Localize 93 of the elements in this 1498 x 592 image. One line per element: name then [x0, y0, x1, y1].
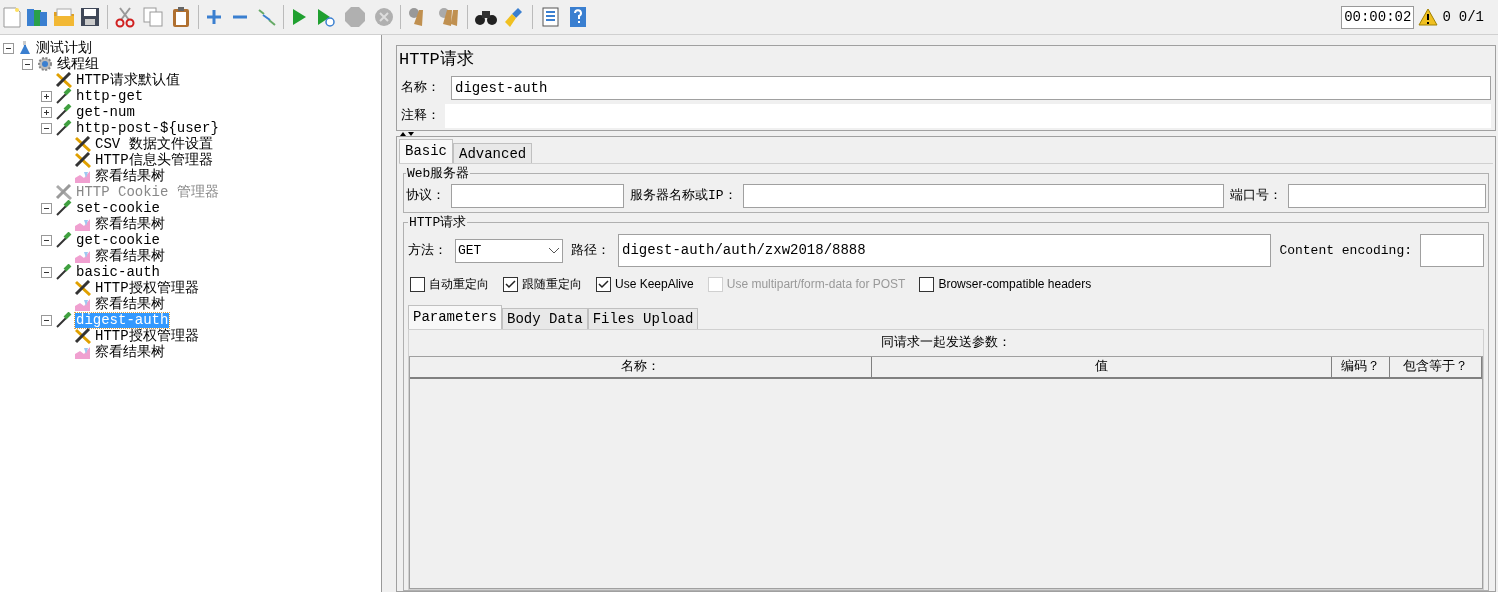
group-title: Web服务器: [406, 165, 471, 183]
field-label: 方法：: [408, 241, 447, 260]
collapse-toggle-icon[interactable]: [40, 122, 52, 134]
tree-node[interactable]: CSV 数据文件设置: [94, 136, 214, 152]
name-field[interactable]: digest-auth: [451, 76, 1491, 100]
pipette-icon: [55, 120, 73, 136]
wrench-icon: [74, 328, 92, 344]
tree-node[interactable]: http-post-${user}: [75, 120, 220, 136]
pipette-icon: [55, 104, 73, 120]
checkbox[interactable]: [919, 276, 935, 292]
checkbox[interactable]: [596, 276, 611, 292]
wrench-icon: [74, 280, 92, 296]
field-label: 注释：: [401, 107, 441, 126]
tab[interactable]: Advanced: [453, 143, 533, 163]
tree-node[interactable]: basic-auth: [75, 264, 161, 280]
pipette-icon: [55, 232, 73, 248]
scissors-icon[interactable]: [114, 6, 136, 28]
checkbox-label: Use KeepAlive: [615, 276, 694, 293]
tree-node[interactable]: get-cookie: [75, 232, 161, 248]
wrench-icon: [55, 72, 73, 88]
help-icon[interactable]: [569, 6, 587, 28]
thread-count: 0/1: [1458, 7, 1484, 27]
collapse-toggle-icon[interactable]: [40, 234, 52, 246]
tree-node[interactable]: 察看结果树: [94, 296, 166, 312]
tree-node[interactable]: 察看结果树: [94, 168, 166, 184]
wrench-icon: [74, 136, 92, 152]
wrench-icon: [74, 152, 92, 168]
tree-node[interactable]: 察看结果树: [94, 216, 166, 232]
tree-node[interactable]: HTTP授权管理器: [94, 280, 200, 296]
tree-node[interactable]: 测试计划: [35, 40, 93, 56]
chevron-down-icon: [548, 246, 560, 255]
tree-node[interactable]: get-num: [75, 104, 136, 120]
expand-toggle-icon[interactable]: [40, 106, 52, 118]
port-field[interactable]: [1288, 183, 1486, 208]
field-label: 协议：: [406, 186, 445, 205]
tab[interactable]: Body Data: [502, 308, 588, 329]
field-label: 路径：: [571, 241, 610, 260]
list-icon[interactable]: [539, 6, 561, 28]
checkbox-label: Use multipart/form-data for POST: [726, 276, 906, 293]
table-caption: 同请求一起发送参数：: [880, 334, 1012, 353]
splitter-arrows-icon: [398, 131, 416, 136]
checkbox-label: 自动重定向: [429, 276, 489, 293]
stop-icon[interactable]: [344, 6, 366, 28]
tab[interactable]: Files Upload: [587, 308, 699, 329]
tab[interactable]: Parameters: [408, 305, 502, 329]
tree-node[interactable]: 线程组: [56, 56, 100, 72]
shutdown-icon[interactable]: [374, 7, 394, 27]
save-icon[interactable]: [79, 6, 101, 28]
error-count: 0: [1442, 7, 1451, 27]
tree-node[interactable]: set-cookie: [75, 200, 161, 216]
checkbox[interactable]: [503, 276, 518, 292]
expand-toggle-icon[interactable]: [40, 90, 52, 102]
play-icon[interactable]: [290, 7, 308, 27]
wrench-icon: [55, 184, 73, 200]
collapse-toggle-icon[interactable]: [40, 202, 52, 214]
path-field[interactable]: digest-auth/auth/zxw2018/8888: [618, 234, 1272, 267]
group-title: HTTP请求: [408, 213, 468, 232]
panel-title: HTTP请求: [398, 49, 475, 72]
gear-icon: [36, 56, 54, 72]
tree-node[interactable]: HTTP授权管理器: [94, 328, 200, 344]
field-label: Content encoding:: [1279, 241, 1412, 260]
flask-icon: [17, 40, 33, 56]
checkbox-label: Browser-compatible headers: [938, 276, 1092, 293]
pipette-icon: [55, 88, 73, 104]
copy-icon[interactable]: [142, 6, 164, 28]
checkbox[interactable]: [410, 276, 425, 292]
tab[interactable]: Basic: [399, 139, 453, 163]
clipboard-icon[interactable]: [170, 6, 192, 28]
plus-icon[interactable]: [205, 8, 223, 26]
tree-node[interactable]: 察看结果树: [94, 344, 166, 360]
warning-icon: [1418, 8, 1439, 26]
method-dropdown[interactable]: GET: [455, 238, 563, 263]
content-encoding-field[interactable]: [1420, 234, 1484, 267]
server-field[interactable]: [742, 183, 1224, 208]
pipette-icon: [55, 264, 73, 280]
tree-node[interactable]: http-get: [75, 88, 145, 104]
collapse-toggle-icon[interactable]: [40, 266, 52, 278]
field-label: 端口号：: [1230, 186, 1282, 205]
field-label: 服务器名称或IP：: [630, 186, 737, 205]
dropdown-value: GET: [458, 241, 482, 260]
tree-node[interactable]: HTTP信息头管理器: [94, 152, 214, 168]
tree-node[interactable]: 察看结果树: [94, 248, 166, 264]
collapse-toggle-icon[interactable]: [2, 42, 14, 54]
field-label: 名称：: [401, 79, 441, 98]
pipette-icon: [55, 312, 73, 328]
templates-icon[interactable]: [25, 6, 49, 28]
collapse-toggle-icon[interactable]: [21, 58, 33, 70]
collapse-toggle-icon[interactable]: [40, 314, 52, 326]
checkbox-label: 跟随重定向: [522, 276, 582, 293]
elapsed-time-display: 00:00:02: [1341, 5, 1415, 29]
protocol-field[interactable]: [451, 183, 624, 208]
tree-node[interactable]: HTTP请求默认值: [75, 72, 181, 88]
pipette-icon: [55, 200, 73, 216]
